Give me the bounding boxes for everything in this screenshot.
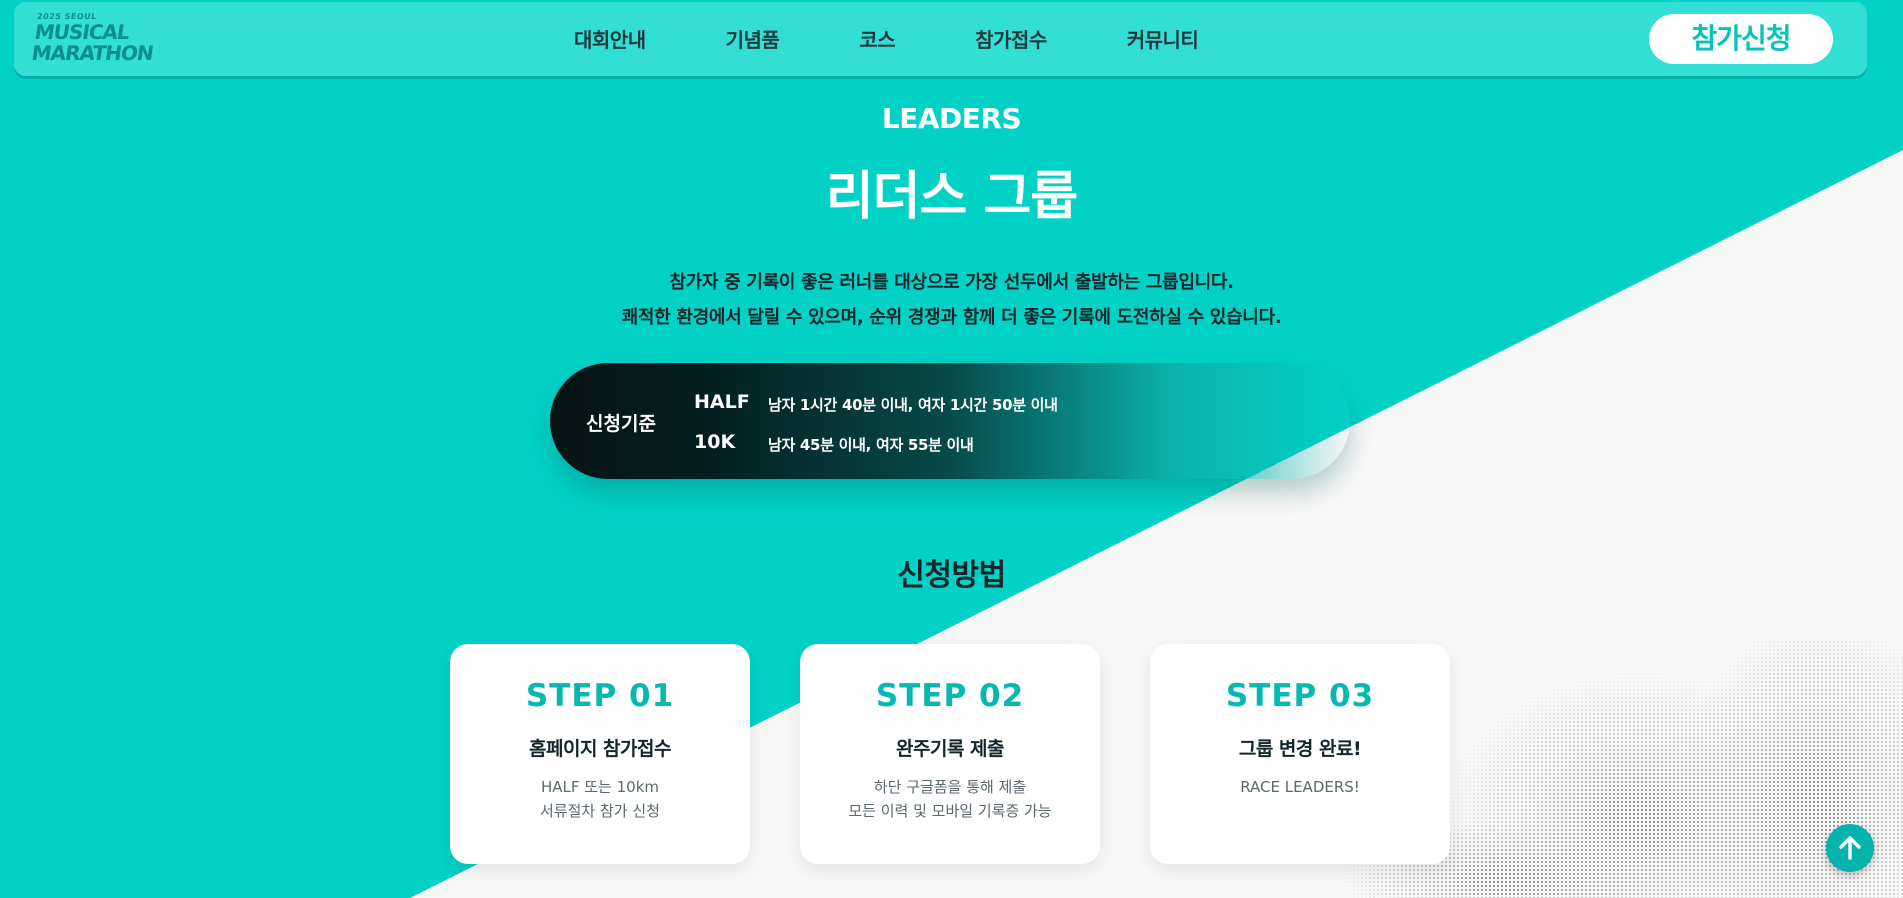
step-name: 홈페이지 참가접수 [529,738,671,760]
nav-item-community[interactable]: 커뮤니티 [1127,24,1199,53]
site-header: 2025 SEOUL MUSICAL MARATHON 대회안내 기념품 코스 … [14,2,1867,76]
apply-button[interactable]: 참가신청 [1649,14,1833,64]
section-title: 리더스 그룹 [825,167,1078,227]
step-description: 하단 구글폼을 통해 제출 모든 이력 및 모바일 기록증 가능 [800,775,1100,823]
step-number: STEP 01 [525,678,675,714]
arrow-up-icon [1839,836,1861,860]
nav-item-souvenirs[interactable]: 기념품 [726,24,780,53]
method-title: 신청방법 [897,558,1006,593]
step-card-3: STEP 03 그룹 변경 완료! RACE LEADERS! [1150,644,1450,864]
step-description-line-1: 하단 구글폼을 통해 제출 [873,778,1027,796]
logo-line-2: MUSICAL [33,20,131,44]
logo-line-3: MARATHON [30,41,155,65]
leaders-section: LEADERS 리더스 그룹 참가자 중 기록이 좋은 러너를 대상으로 가장 … [0,0,1903,898]
logo[interactable]: 2025 SEOUL MUSICAL MARATHON [30,12,155,65]
step-card-1: STEP 01 홈페이지 참가접수 HALF 또는 10km 서류절차 참가 신… [450,644,750,864]
nav-item-event-info[interactable]: 대회안내 [574,24,646,53]
step-description-line-2: 모든 이력 및 모바일 기록증 가능 [848,802,1052,820]
nav-item-registration[interactable]: 참가접수 [975,24,1047,53]
step-description-line-1: HALF 또는 10km [540,778,660,796]
criteria-value-half: 남자 1시간 40분 이내, 여자 1시간 50분 이내 [768,396,1058,414]
description-line-2: 쾌적한 환경에서 달릴 수 있으며, 순위 경쟁과 함께 더 좋은 기록에 도전… [621,307,1282,328]
scroll-to-top-button[interactable] [1826,824,1874,872]
description-line-1: 참가자 중 기록이 좋은 러너를 대상으로 가장 선두에서 출발하는 그룹입니다… [669,272,1234,293]
section-eyebrow: LEADERS [881,102,1022,135]
criteria-value-10k: 남자 45분 이내, 여자 55분 이내 [768,436,974,454]
step-number: STEP 03 [1225,678,1375,714]
criteria-key-10k: 10K [694,431,736,453]
step-description: RACE LEADERS! [1150,775,1450,799]
main-nav: 대회안내 기념품 코스 참가접수 커뮤니티 [574,24,1278,53]
criteria-banner: 신청기준 HALF 남자 1시간 40분 이내, 여자 1시간 50분 이내 1… [550,363,1350,479]
step-description-line-2: 서류절차 참가 신청 [540,802,660,820]
step-description-line-1: RACE LEADERS! [1240,778,1360,796]
step-name: 그룹 변경 완료! [1238,738,1362,760]
step-name: 완주기록 제출 [896,738,1005,760]
nav-item-course[interactable]: 코스 [859,24,895,53]
step-description: HALF 또는 10km 서류절차 참가 신청 [450,775,750,823]
step-number: STEP 02 [875,678,1025,714]
criteria-key-half: HALF [694,391,750,413]
criteria-label: 신청기준 [586,413,656,435]
step-card-2: STEP 02 완주기록 제출 하단 구글폼을 통해 제출 모든 이력 및 모바… [800,644,1100,864]
